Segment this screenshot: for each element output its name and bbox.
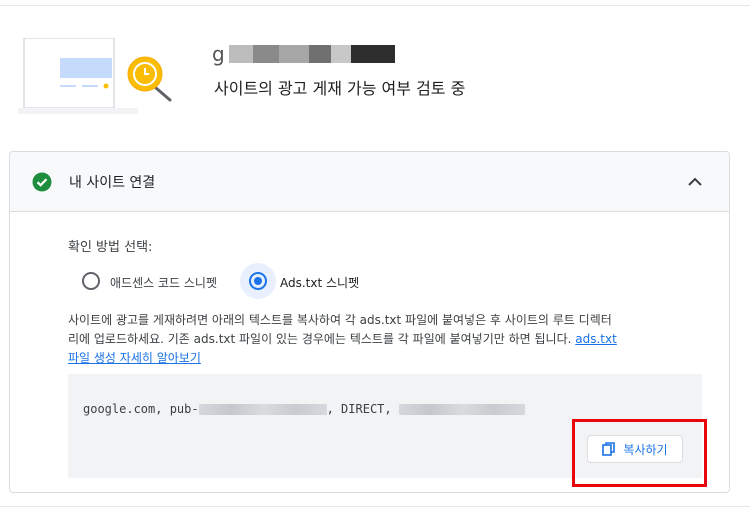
review-status-text: 사이트의 광고 게재 가능 여부 검토 중 [214, 79, 466, 98]
redacted-certification-id [398, 403, 525, 415]
radio-ads-txt-snippet[interactable] [249, 272, 267, 290]
site-name-redacted: g [212, 44, 395, 64]
redacted-publisher-id [198, 403, 327, 415]
radio-ads-txt-snippet-label[interactable]: Ads.txt 스니펫 [280, 274, 359, 291]
code-text-middle: , DIRECT, [326, 402, 399, 416]
verification-method-label: 확인 방법 선택: [68, 240, 153, 255]
learn-more-link-part-1[interactable]: ads.txt [575, 332, 617, 346]
instructions-line-2: 리에 업로드하세요. 기존 ads.txt 파일이 있는 경우에는 텍스트를 각… [68, 332, 576, 346]
radio-adsense-snippet[interactable] [82, 272, 100, 290]
card-header[interactable]: 내 사이트 연결 [10, 152, 729, 212]
top-divider [0, 5, 750, 6]
code-text-prefix: google.com, pub- [83, 402, 199, 416]
verification-method-options: 애드센스 코드 스니펫 Ads.txt 스니펫 [70, 263, 470, 299]
bottom-divider [0, 506, 750, 507]
radio-adsense-snippet-label[interactable]: 애드센스 코드 스니펫 [110, 274, 217, 291]
chevron-up-icon[interactable] [681, 168, 709, 196]
instructions-line-1: 사이트에 광고를 게재하려면 아래의 텍스트를 복사하여 각 ads.txt 파… [68, 313, 612, 327]
site-review-illustration [18, 38, 172, 114]
check-circle-icon [32, 172, 52, 192]
site-name-first-letter: g [212, 42, 225, 66]
instructions-text: 사이트에 광고를 게재하려면 아래의 텍스트를 복사하여 각 ads.txt 파… [68, 311, 700, 368]
ads-txt-code-line: google.com, pub- , DIRECT, [83, 402, 525, 416]
card-title: 내 사이트 연결 [69, 175, 156, 191]
copy-button-highlight-annotation [572, 419, 707, 487]
learn-more-link-part-2[interactable]: 파일 생성 자세히 알아보기 [68, 351, 201, 365]
